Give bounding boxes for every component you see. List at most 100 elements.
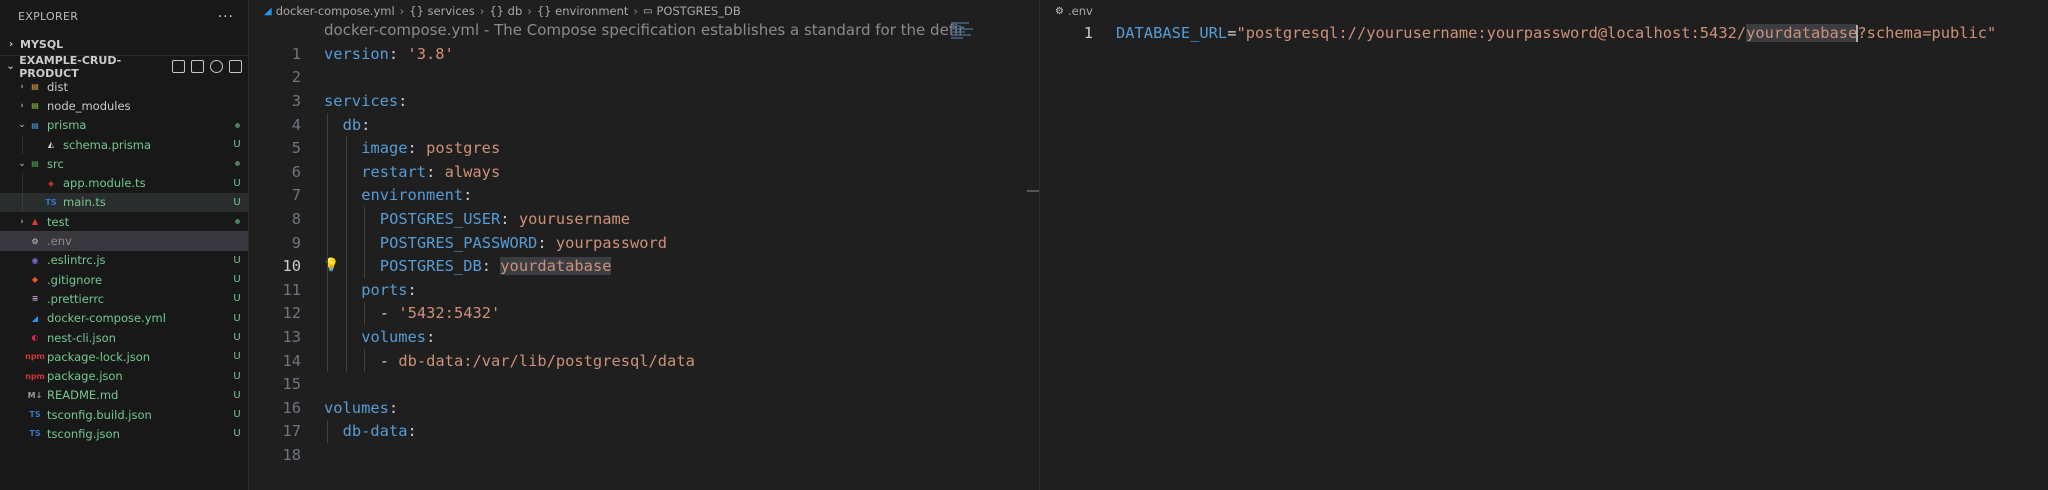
more-actions-icon[interactable]: ··· — [218, 9, 234, 25]
indent-guide — [327, 325, 328, 349]
chevron-right-icon[interactable]: › — [16, 101, 28, 111]
chevron-down-icon[interactable]: ⌄ — [16, 120, 28, 130]
angular-module-icon: ◈ — [47, 178, 55, 188]
code-line[interactable]: 11 ports: — [249, 277, 1039, 302]
chevron-right-icon[interactable]: › — [16, 82, 28, 92]
breadcrumb-item[interactable]: {} services — [409, 4, 474, 18]
code-area[interactable]: 1 version: '3.8' 2 3 services: 4 db: 5 image: po… — [249, 42, 1039, 467]
code-line[interactable]: 18 — [249, 443, 1039, 467]
docker-file-icon: ◢ — [31, 313, 39, 323]
tree-item-label: .env — [47, 234, 72, 249]
yaml-value: postgres — [426, 139, 501, 158]
git-status-badge: U — [233, 274, 241, 286]
modified-dot-icon — [226, 158, 248, 169]
indent-guide — [345, 325, 347, 349]
code-line[interactable]: 3 services: — [249, 89, 1039, 113]
tree-item[interactable]: ⌄ ▤ src — [0, 154, 248, 173]
code-line[interactable]: 16 volumes: — [249, 396, 1039, 420]
modified-dot-icon — [226, 216, 248, 227]
code-line[interactable]: 6 restart: always — [249, 159, 1039, 184]
breadcrumb-item[interactable]: {} db — [489, 4, 522, 18]
git-status-badge: U — [233, 139, 241, 151]
yaml-key: services — [324, 91, 399, 110]
code-line[interactable]: 8 POSTGRES_USER: yourusername — [249, 207, 1039, 231]
indent-guide — [345, 136, 347, 160]
git-status-badge: U — [233, 409, 241, 421]
tree-item-label: nest-cli.json — [47, 330, 116, 345]
breadcrumb-item[interactable]: .env — [1068, 4, 1093, 18]
tree-item-label: package-lock.json — [47, 349, 151, 364]
tree-item[interactable]: ◈ app.module.ts U — [0, 173, 248, 193]
tree-item[interactable]: TS main.ts U — [0, 192, 248, 213]
collapse-all-icon[interactable] — [229, 60, 242, 73]
project-section[interactable]: ⌄ EXAMPLE-CRUD-PRODUCT — [0, 54, 248, 80]
tree-item[interactable]: TS tsconfig.json U — [0, 424, 248, 443]
tree-item[interactable]: ≡ .prettierrc U — [0, 289, 248, 308]
code-line[interactable]: 13 volumes: — [249, 325, 1039, 349]
tsconfig-file-icon: TS — [29, 429, 41, 439]
yaml-colon: : — [361, 115, 371, 134]
tree-item[interactable]: › ▤ dist — [0, 77, 248, 96]
chevron-right-icon: › — [8, 38, 14, 50]
indent-guide — [327, 112, 328, 137]
indent-guide — [345, 301, 347, 326]
indent-guide — [327, 230, 328, 255]
editor-env[interactable]: ⚙ .env 1 DATABASE_URL = "postgresql://yo… — [1040, 0, 2048, 490]
tree-item[interactable]: ◆ .gitignore U — [0, 270, 248, 289]
breadcrumb-item[interactable]: POSTGRES_DB — [656, 4, 740, 18]
new-folder-icon[interactable] — [191, 60, 204, 73]
code-line[interactable]: 10 💡 POSTGRES_DB: yourdatabase — [249, 254, 1039, 278]
git-status-badge: U — [233, 370, 241, 382]
code-line[interactable]: 1 DATABASE_URL = "postgresql://yourusern… — [1040, 21, 1996, 45]
line-number: 10 — [282, 257, 301, 276]
line-number: 11 — [282, 280, 301, 299]
code-line[interactable]: 4 db: — [249, 112, 1039, 137]
code-line[interactable]: 1 version: '3.8' — [249, 42, 1039, 66]
breadcrumb-item[interactable]: docker-compose.yml — [276, 4, 395, 18]
code-line[interactable]: 12 - '5432:5432' — [249, 301, 1039, 326]
field-icon: ▭ — [643, 5, 653, 17]
git-status-badge: U — [233, 428, 241, 440]
code-line[interactable]: 15 — [249, 372, 1039, 396]
tree-item[interactable]: M↓ README.md U — [0, 386, 248, 405]
editor-docker-compose[interactable]: ◢ docker-compose.yml › {} services › {} … — [249, 0, 1040, 490]
line-number: 8 — [291, 209, 301, 228]
tree-item[interactable]: TS tsconfig.build.json U — [0, 405, 248, 424]
indent-guide — [345, 207, 347, 231]
tree-item[interactable]: ⌄ ▤ prisma — [0, 116, 248, 135]
lightbulb-icon[interactable]: 💡 — [323, 258, 339, 273]
tree-item[interactable]: ◉ .eslintrc.js U — [0, 251, 248, 270]
code-line[interactable]: 5 image: postgres — [249, 136, 1039, 160]
indent-guide — [327, 159, 328, 184]
indent-guide — [364, 207, 366, 231]
code-line[interactable]: 14 - db-data:/var/lib/postgresql/data — [249, 348, 1039, 373]
tree-item[interactable]: npm package.json U — [0, 366, 248, 385]
tree-item[interactable]: › ▲ test — [0, 212, 248, 231]
line-number: 1 — [1083, 24, 1093, 42]
indent-guide — [22, 134, 23, 155]
breadcrumb-item[interactable]: {} environment — [537, 4, 629, 18]
tree-item[interactable]: ◭ schema.prisma U — [0, 134, 248, 155]
line-number: 5 — [291, 139, 301, 158]
docker-file-icon: ◢ — [264, 5, 272, 17]
tree-item[interactable]: ◢ docker-compose.yml U — [0, 309, 248, 328]
tree-item[interactable]: npm package-lock.json U — [0, 347, 248, 366]
refresh-icon[interactable] — [210, 60, 223, 73]
breadcrumb: ⚙ .env — [1040, 0, 2048, 22]
new-file-icon[interactable] — [172, 60, 185, 73]
chevron-right-icon[interactable]: › — [16, 217, 28, 227]
gear-icon: ⚙ — [31, 236, 39, 246]
env-value: "postgresql://yourusername:yourpassword@… — [1236, 24, 1747, 42]
code-line[interactable]: 9 POSTGRES_PASSWORD: yourpassword — [249, 230, 1039, 255]
code-line[interactable]: 2 — [249, 66, 1039, 90]
code-line[interactable]: 17 db-data: — [249, 419, 1039, 444]
tree-item[interactable]: ⚙ .env — [0, 231, 248, 251]
gear-icon: ⚙ — [1055, 5, 1064, 17]
tree-item[interactable]: › ▤ node_modules — [0, 96, 248, 115]
yaml-colon: : — [463, 186, 473, 205]
chevron-down-icon[interactable]: ⌄ — [16, 159, 28, 169]
mysql-section[interactable]: › MYSQL — [0, 33, 248, 55]
indent-guide — [364, 301, 366, 326]
code-line[interactable]: 7 environment: — [249, 183, 1039, 208]
tree-item[interactable]: ◐ nest-cli.json U — [0, 328, 248, 347]
